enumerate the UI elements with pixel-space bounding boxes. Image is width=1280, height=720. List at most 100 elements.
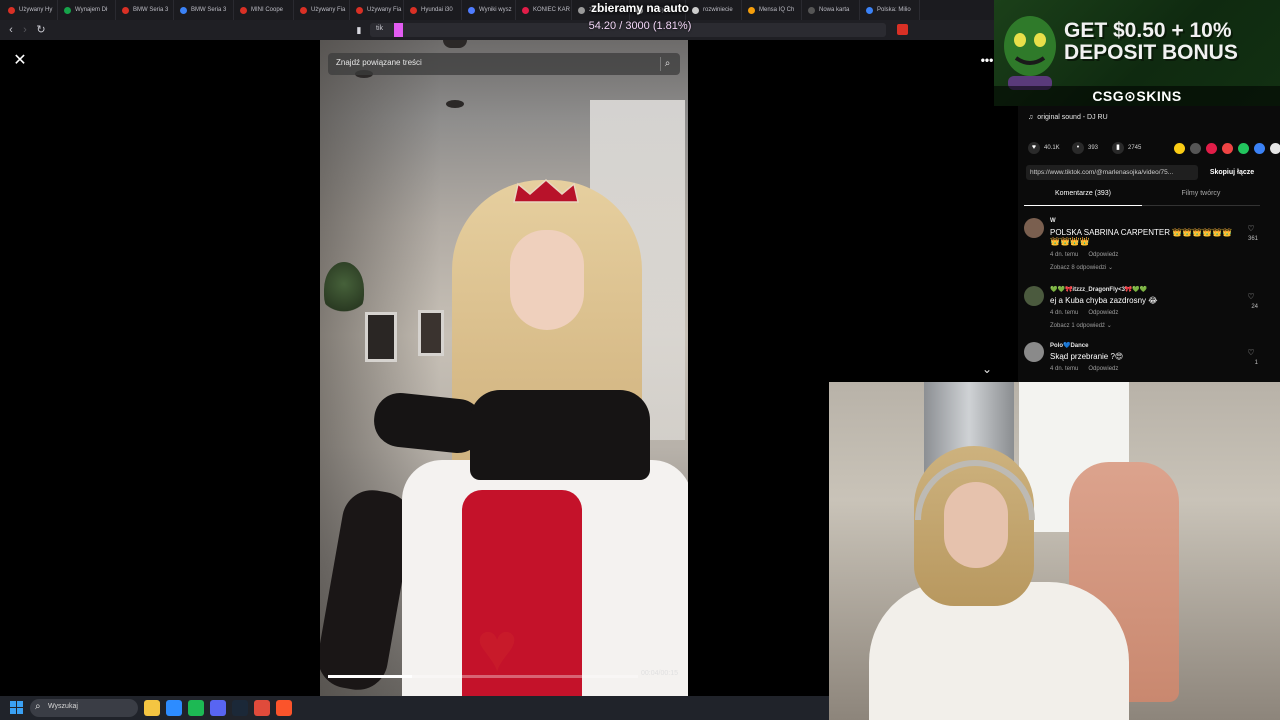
comment-like-count: 1 bbox=[1254, 360, 1258, 366]
video-time: 00:04/00:15 bbox=[641, 670, 678, 677]
reload-icon[interactable]: ↻ bbox=[34, 23, 48, 37]
heart-icon[interactable]: ♡ bbox=[1244, 292, 1258, 301]
video-progress-fill bbox=[328, 675, 412, 678]
heart-icon[interactable]: ♡ bbox=[1244, 224, 1258, 233]
more-icon[interactable]: ••• bbox=[979, 52, 995, 68]
comment-time: 4 dn. temu bbox=[1050, 366, 1079, 372]
browser-tab-label: BMW Seria 3 bbox=[133, 7, 169, 13]
browser-tab[interactable]: Wynajem Dł bbox=[58, 0, 116, 20]
browser-tab[interactable]: Hyundai i30 bbox=[404, 0, 462, 20]
browser-tab-label: MINI Coope bbox=[251, 7, 284, 13]
browser-tab[interactable]: MINI Coope bbox=[234, 0, 294, 20]
comment-time: 4 dn. temu bbox=[1050, 310, 1079, 316]
browser-tab[interactable]: Używany Fia bbox=[350, 0, 404, 20]
donation-goal-progress: 54.20 / 3000 (1.81%) bbox=[588, 20, 692, 32]
comment-time: 4 dn. temu bbox=[1050, 252, 1079, 258]
view-replies-button[interactable]: Zobacz 8 odpowiedzi ⌄ bbox=[1050, 264, 1113, 271]
browser-tab-label: Wyniki wysz bbox=[479, 7, 512, 13]
browser-tab[interactable]: Używany Hy bbox=[2, 0, 58, 20]
copy-link-button[interactable]: Skopiuj łącze bbox=[1202, 165, 1262, 180]
share-option-icon[interactable] bbox=[1270, 143, 1280, 154]
search-icon[interactable]: ⌕ bbox=[660, 57, 674, 71]
reply-button[interactable]: Odpowiedz bbox=[1088, 310, 1118, 316]
comment-username[interactable]: W bbox=[1050, 218, 1056, 224]
search-icon: ⌕ bbox=[35, 701, 41, 712]
forward-icon[interactable]: › bbox=[18, 23, 32, 37]
share-option-icon[interactable] bbox=[1174, 143, 1185, 154]
chevron-down-icon[interactable]: ⌄ bbox=[979, 361, 995, 377]
brave-icon[interactable] bbox=[276, 700, 292, 716]
share-option-icon[interactable] bbox=[1222, 143, 1233, 154]
comment-button[interactable]: • 393 bbox=[1072, 142, 1098, 154]
share-option-icon[interactable] bbox=[1190, 143, 1201, 154]
sound-name: original sound - DJ RU bbox=[1037, 114, 1108, 121]
browser-tab[interactable]: Mensa IQ Ch bbox=[742, 0, 802, 20]
donation-goal-fill bbox=[394, 23, 403, 37]
browser-tab-label: Używany Fia bbox=[311, 7, 346, 13]
comment-meta: 4 dn. temu Odpowiedz bbox=[1050, 310, 1128, 316]
taskbar-search[interactable]: ⌕ Wyszukaj bbox=[30, 699, 138, 717]
comment-username[interactable]: Polo💙Dance bbox=[1050, 342, 1088, 349]
video-person-face bbox=[510, 230, 584, 330]
browser-tab-label: Używany Hy bbox=[19, 7, 53, 13]
video-scene-lamp bbox=[446, 100, 464, 108]
save-count: 2745 bbox=[1128, 145, 1142, 151]
avatar[interactable] bbox=[1024, 286, 1044, 306]
browser-tab-label: Używany Fia bbox=[367, 7, 402, 13]
spotify-icon[interactable] bbox=[188, 700, 204, 716]
discord-icon[interactable] bbox=[210, 700, 226, 716]
tab-comments[interactable]: Komentarze (393) bbox=[1024, 190, 1142, 206]
heart-icon[interactable]: ♡ bbox=[1244, 348, 1258, 357]
tab-favicon-icon bbox=[300, 6, 307, 14]
browser-tab[interactable]: BMW Seria 3 bbox=[116, 0, 174, 20]
file-explorer-icon[interactable] bbox=[144, 700, 160, 716]
share-option-icon[interactable] bbox=[1238, 143, 1249, 154]
ad-banner[interactable]: GET $0.50 + 10% DEPOSIT BONUS CSG⊙SKINS bbox=[994, 0, 1280, 106]
video-link[interactable]: https://www.tiktok.com/@marlenasojka/vid… bbox=[1026, 165, 1198, 180]
browser-tab-label: Hyundai i30 bbox=[421, 7, 453, 13]
bookmark-icon[interactable]: ▮ bbox=[354, 24, 364, 36]
video-scene-picture-frame bbox=[418, 310, 444, 356]
save-button[interactable]: ▮ 2745 bbox=[1112, 142, 1141, 154]
avatar[interactable] bbox=[1024, 218, 1044, 238]
share-option-icon[interactable] bbox=[1206, 143, 1217, 154]
related-search-input[interactable]: Znajdź powiązane treści bbox=[336, 58, 422, 67]
windows-start-icon[interactable] bbox=[10, 701, 23, 714]
comment-username[interactable]: 💚💚🎀itzzz_DragonFly<3🎀💚💚 bbox=[1050, 286, 1147, 293]
store-icon[interactable] bbox=[166, 700, 182, 716]
related-search-bar[interactable]: Znajdź powiązane treści ⌕ bbox=[328, 53, 680, 75]
comment-text: Skąd przebranie ?😍 bbox=[1050, 352, 1124, 361]
tab-favicon-icon bbox=[8, 6, 15, 14]
reply-button[interactable]: Odpowiedz bbox=[1088, 366, 1118, 372]
like-count: 40.1K bbox=[1044, 145, 1060, 151]
tab-favicon-icon bbox=[808, 6, 815, 14]
avatar[interactable] bbox=[1024, 342, 1044, 362]
browser-tab[interactable]: BMW Seria 3 bbox=[174, 0, 234, 20]
extension-icon[interactable] bbox=[897, 24, 908, 35]
reply-button[interactable]: Odpowiedz bbox=[1088, 252, 1118, 258]
tab-favicon-icon bbox=[356, 6, 363, 14]
browser-tab[interactable]: Polska: Milio bbox=[860, 0, 920, 20]
video-player[interactable]: ♥ bbox=[320, 40, 688, 696]
video-scene-lamp bbox=[443, 40, 467, 48]
video-progress-bar[interactable] bbox=[328, 675, 638, 678]
tab-creator-videos[interactable]: Filmy twórcy bbox=[1142, 190, 1260, 206]
browser-tab-label: Wynajem Dł bbox=[75, 7, 108, 13]
tab-favicon-icon bbox=[64, 6, 71, 14]
browser-tab[interactable]: Nowa karta bbox=[802, 0, 860, 20]
taskbar: ⌕ Wyszukaj bbox=[0, 696, 829, 720]
steam-icon[interactable] bbox=[232, 700, 248, 716]
browser-tab[interactable]: Używany Fia bbox=[294, 0, 350, 20]
browser-tab[interactable]: Wyniki wysz bbox=[462, 0, 516, 20]
comment-like-count: 24 bbox=[1251, 304, 1258, 310]
close-icon[interactable]: ✕ bbox=[10, 51, 30, 71]
chrome-icon[interactable] bbox=[254, 700, 270, 716]
like-button[interactable]: ♥ 40.1K bbox=[1028, 142, 1060, 154]
view-replies-button[interactable]: Zobacz 1 odpowiedź ⌄ bbox=[1050, 322, 1112, 329]
video-scene-picture-frame bbox=[365, 312, 397, 362]
taskbar-search-text: Wyszukaj bbox=[48, 703, 78, 710]
back-icon[interactable]: ‹ bbox=[4, 23, 18, 37]
video-details-panel: ♫ original sound - DJ RU ♥ 40.1K • 393 ▮ … bbox=[1018, 106, 1280, 386]
sound-row[interactable]: ♫ original sound - DJ RU bbox=[1028, 114, 1108, 121]
share-option-icon[interactable] bbox=[1254, 143, 1265, 154]
